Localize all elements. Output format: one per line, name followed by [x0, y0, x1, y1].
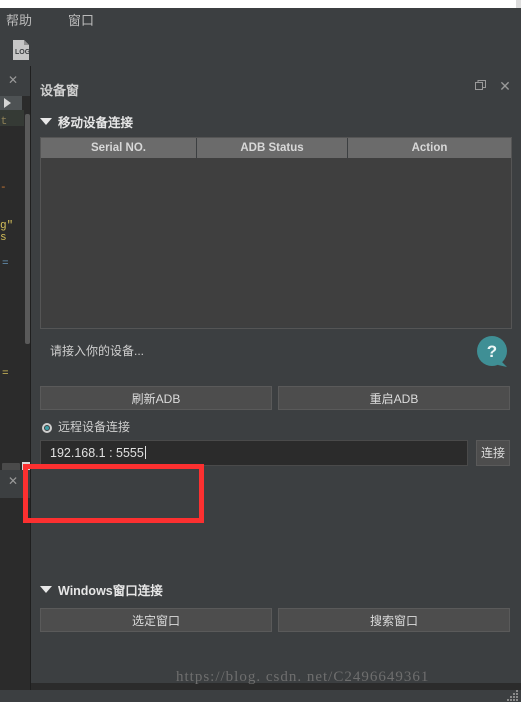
panel-close-icon[interactable]: ✕ — [495, 78, 515, 94]
ip-address-value: 192.168.1 : 5555 — [50, 446, 144, 460]
refresh-adb-button[interactable]: 刷新ADB — [40, 386, 272, 410]
table-body-empty — [41, 158, 511, 327]
column-header-action: Action — [348, 138, 511, 158]
code-token: ut — [0, 116, 8, 128]
svg-text:?: ? — [487, 342, 497, 361]
svg-text:LOG: LOG — [15, 49, 31, 56]
editor-marker-top — [0, 96, 22, 110]
editor-tab-close-icon-top[interactable]: ✕ — [7, 74, 19, 86]
device-panel-body: 移动设备连接 Serial NO. ADB Status Action 请接入你… — [40, 102, 512, 677]
help-icon[interactable]: ? — [474, 334, 512, 372]
menu-help[interactable]: 帮助 — [6, 12, 32, 30]
status-bar — [0, 690, 521, 702]
code-token: = — [2, 258, 9, 270]
editor-strip: ✕ ut - g" s = = ✕ — [0, 66, 31, 702]
menu-window[interactable]: 窗口 — [68, 12, 94, 30]
ip-address-input[interactable]: 192.168.1 : 5555 — [40, 440, 468, 466]
connect-button[interactable]: 连接 — [476, 440, 510, 466]
remote-connection-radio[interactable]: 远程设备连接 — [42, 418, 130, 434]
section-header-windows[interactable]: Windows窗口连接 — [40, 580, 163, 599]
connect-device-hint: 请接入你的设备... — [50, 344, 145, 358]
watermark-text: https://blog. csdn. net/C2496649361 — [176, 669, 430, 685]
restart-adb-button[interactable]: 重启ADB — [278, 386, 510, 410]
editor-lower-body — [0, 498, 31, 702]
panel-window-controls: ✕ — [471, 78, 515, 94]
section-label-mobile: 移动设备连接 — [58, 116, 134, 130]
resize-grip-icon[interactable] — [506, 690, 518, 701]
device-panel: 设备窗 ✕ 移动设备连接 Serial NO. ADB Status Actio… — [31, 66, 521, 683]
remote-address-row: 192.168.1 : 5555 连接 — [40, 440, 510, 466]
log-file-icon[interactable]: LOG — [8, 38, 34, 62]
text-caret — [144, 446, 146, 459]
table-header-row: Serial NO. ADB Status Action — [41, 138, 511, 158]
toolbar: LOG — [0, 34, 521, 67]
editor-code-fragment: ut - g" s = = — [0, 110, 24, 430]
radio-button-icon — [42, 423, 52, 433]
collapse-triangle-icon — [40, 586, 52, 593]
panel-title: 设备窗 — [40, 83, 80, 98]
menu-bar: 帮助 窗口 — [0, 8, 521, 34]
section-label-windows: Windows窗口连接 — [58, 584, 163, 598]
column-header-serial: Serial NO. — [41, 138, 197, 158]
search-window-button[interactable]: 搜索窗口 — [278, 608, 510, 632]
column-header-adb-status: ADB Status — [197, 138, 348, 158]
editor-tab-close-icon-bottom[interactable]: ✕ — [7, 475, 19, 487]
application-window: 帮助 窗口 LOG ✕ ut - g" s = = — [0, 0, 521, 702]
device-table: Serial NO. ADB Status Action — [40, 137, 512, 329]
code-token: g" — [0, 220, 14, 232]
code-token: = — [2, 368, 9, 380]
section-header-mobile[interactable]: 移动设备连接 — [40, 112, 133, 131]
select-window-button[interactable]: 选定窗口 — [40, 608, 272, 632]
float-window-icon[interactable] — [471, 78, 491, 94]
code-token: - — [0, 182, 7, 194]
remote-connection-label: 远程设备连接 — [58, 420, 131, 434]
code-token: s — [0, 232, 7, 244]
window-top-edge — [0, 0, 521, 8]
window-top-right-edge — [516, 0, 521, 8]
collapse-triangle-icon — [40, 118, 52, 125]
